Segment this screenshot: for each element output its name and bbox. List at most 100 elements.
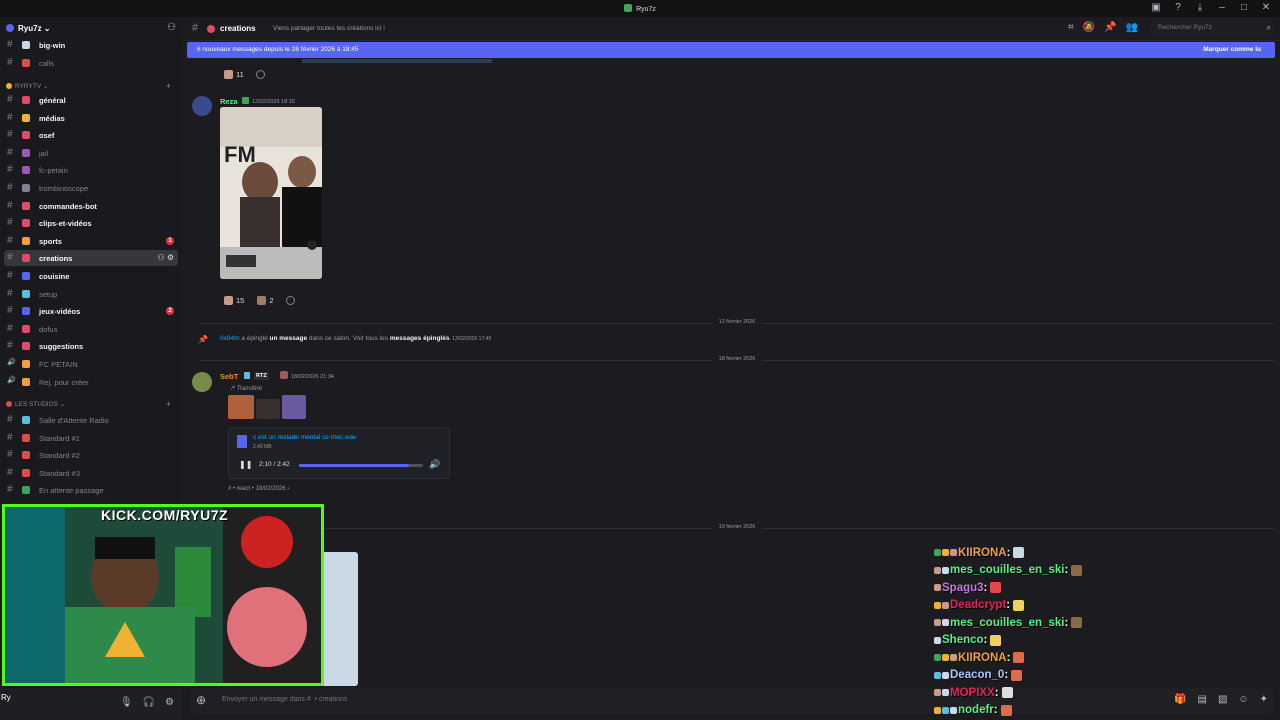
channel-label: trombinoscope	[39, 184, 89, 193]
forwarded-thumbnail[interactable]	[282, 395, 306, 419]
hash-icon: #	[7, 305, 13, 317]
message-input[interactable]	[220, 695, 824, 704]
chat-username: Shenco	[942, 634, 984, 647]
mark-as-read-button[interactable]: Marquer comme lu	[1203, 46, 1261, 53]
channel-item[interactable]: # creations ⚇ ⚙	[4, 250, 178, 267]
channel-item[interactable]: # calls	[4, 55, 178, 71]
current-username[interactable]: Ry	[1, 693, 11, 702]
create-channel-icon[interactable]: +	[166, 81, 171, 91]
download-icon[interactable]: ⤓	[1194, 2, 1206, 14]
channel-item[interactable]: # sports 1	[4, 233, 178, 249]
chat-badge-icon	[934, 706, 941, 714]
channel-item[interactable]: # setup	[4, 286, 178, 302]
channel-item[interactable]: # big-win	[4, 37, 178, 53]
reaction-emoji-icon[interactable]	[257, 296, 267, 305]
add-reaction-icon[interactable]	[255, 70, 265, 79]
create-channel-icon[interactable]: +	[166, 399, 171, 409]
channel-item[interactable]: # couisine	[4, 268, 178, 284]
hash-icon: #	[7, 217, 13, 229]
channel-label: Standard #1	[39, 433, 80, 443]
chat-badge-icon	[942, 706, 949, 714]
channel-item[interactable]: # Standard #3	[4, 465, 178, 481]
invite-people-icon[interactable]: ⚇	[167, 22, 176, 33]
channel-label: Standard #3	[39, 468, 80, 478]
forward-source[interactable]: # • react • 18/02/2026 ›	[228, 486, 289, 492]
channel-item[interactable]: # clips-et-vidéos	[4, 215, 178, 231]
reaction-emoji-icon[interactable]	[224, 296, 233, 305]
search-box[interactable]: ⌕	[1150, 21, 1274, 36]
avatar[interactable]	[192, 372, 212, 392]
gift-icon[interactable]: 🎁	[1174, 694, 1186, 705]
channel-item[interactable]: # jeux-vidéos 2	[4, 303, 178, 319]
apps-icon[interactable]: ✦	[1260, 694, 1268, 705]
channel-item[interactable]: # dofus	[4, 321, 178, 337]
audio-file-name[interactable]: c est un malade mental ce mec.wav	[253, 434, 356, 441]
channel-label: big-win	[39, 41, 66, 50]
member-list-icon[interactable]: 👥	[1126, 22, 1138, 33]
search-input[interactable]	[1156, 23, 1260, 32]
emoji-icon[interactable]: ☺	[1238, 694, 1248, 705]
channel-item[interactable]: # osef	[4, 127, 178, 143]
forwarded-thumbnail[interactable]	[228, 395, 254, 419]
sticker-icon[interactable]: ▧	[1218, 694, 1227, 705]
inbox-icon[interactable]: ▣	[1150, 2, 1162, 14]
pinned-messages-icon[interactable]: 📌	[1104, 22, 1116, 33]
channel-item[interactable]: 🔊 FC PETAIN	[4, 356, 178, 372]
gif-icon[interactable]: ▤	[1197, 694, 1206, 705]
headphones-icon[interactable]: 🎧	[143, 697, 155, 708]
message-image[interactable]: FM	[220, 107, 322, 279]
chat-badge-icon	[942, 671, 949, 679]
audio-progress-slider[interactable]	[299, 464, 423, 467]
close-icon[interactable]: ✕	[1260, 2, 1272, 14]
chat-message: Shenco:	[934, 632, 1134, 650]
microphone-icon[interactable]: 🎙	[120, 697, 133, 708]
channel-item[interactable]: # fc-petain	[4, 162, 178, 178]
channel-item[interactable]: # commandes-bot	[4, 198, 178, 214]
channel-item[interactable]: # jail	[4, 145, 178, 161]
chat-username: KIIRONA	[958, 546, 1007, 559]
channel-name: creations	[220, 24, 256, 33]
add-reaction-icon[interactable]	[285, 296, 295, 305]
avatar[interactable]	[192, 96, 212, 116]
channel-item[interactable]: # trombinoscope	[4, 180, 178, 196]
previous-image-edge	[302, 59, 492, 63]
chat-message: KIIRONA:	[934, 649, 1134, 667]
channel-item[interactable]: # En attente passage	[4, 482, 178, 498]
forwarded-thumbnail[interactable]	[256, 399, 280, 419]
channel-item[interactable]: 🔊 Rej. pour créer	[4, 374, 178, 390]
audio-file-icon	[237, 435, 247, 448]
channel-label: clips-et-vidéos	[39, 219, 92, 229]
chat-emote-icon	[990, 634, 1002, 646]
minimize-icon[interactable]: –	[1216, 2, 1228, 14]
threads-icon[interactable]: ⌗	[1068, 22, 1074, 33]
new-messages-banner[interactable]: 6 nouveaux messages depuis le 28 février…	[187, 42, 1275, 58]
channel-item[interactable]: # médias	[4, 110, 178, 126]
message-author[interactable]: SebT	[220, 372, 238, 381]
system-user[interactable]: 0x84m	[220, 335, 240, 342]
volume-icon[interactable]: 🔊	[429, 459, 440, 470]
pinned-messages-link[interactable]: messages épinglés	[390, 335, 450, 342]
channel-item[interactable]: # Standard #1	[4, 430, 178, 446]
channel-item[interactable]: # général	[4, 92, 178, 108]
channel-settings-icon[interactable]: ⚇ ⚙	[157, 253, 174, 262]
pause-icon[interactable]: ❚❚	[239, 460, 252, 469]
server-header[interactable]: Ryu7z ⌄ ⚇	[0, 17, 182, 39]
channel-topic[interactable]: Viens partager toutes tes créations ici …	[273, 25, 385, 32]
hash-icon: #	[7, 466, 13, 478]
settings-gear-icon[interactable]: ⚙	[165, 697, 174, 708]
reaction-emoji-icon[interactable]	[224, 70, 233, 79]
chat-emote-icon	[1000, 704, 1012, 716]
system-message-pin: 0x84m a épinglé un message dans ce salon…	[220, 335, 491, 342]
chat-message: Spagu3:	[934, 579, 1134, 597]
pinned-message-link[interactable]: un message	[270, 335, 308, 342]
message-author[interactable]: Reza	[220, 97, 238, 106]
add-attachment-icon[interactable]: ⊕	[196, 693, 206, 707]
channel-item[interactable]: # suggestions	[4, 338, 178, 354]
channel-label: creations	[39, 254, 73, 264]
maximize-icon[interactable]: □	[1238, 2, 1250, 14]
channel-item[interactable]: # Standard #2	[4, 447, 178, 463]
notification-bell-icon[interactable]: 🔕	[1083, 22, 1095, 33]
channel-item[interactable]: # Salle d'Attente Radio	[4, 412, 178, 428]
category-header[interactable]: LES STUDIOS ⌄ +	[6, 399, 171, 412]
help-icon[interactable]: ?	[1172, 2, 1184, 14]
